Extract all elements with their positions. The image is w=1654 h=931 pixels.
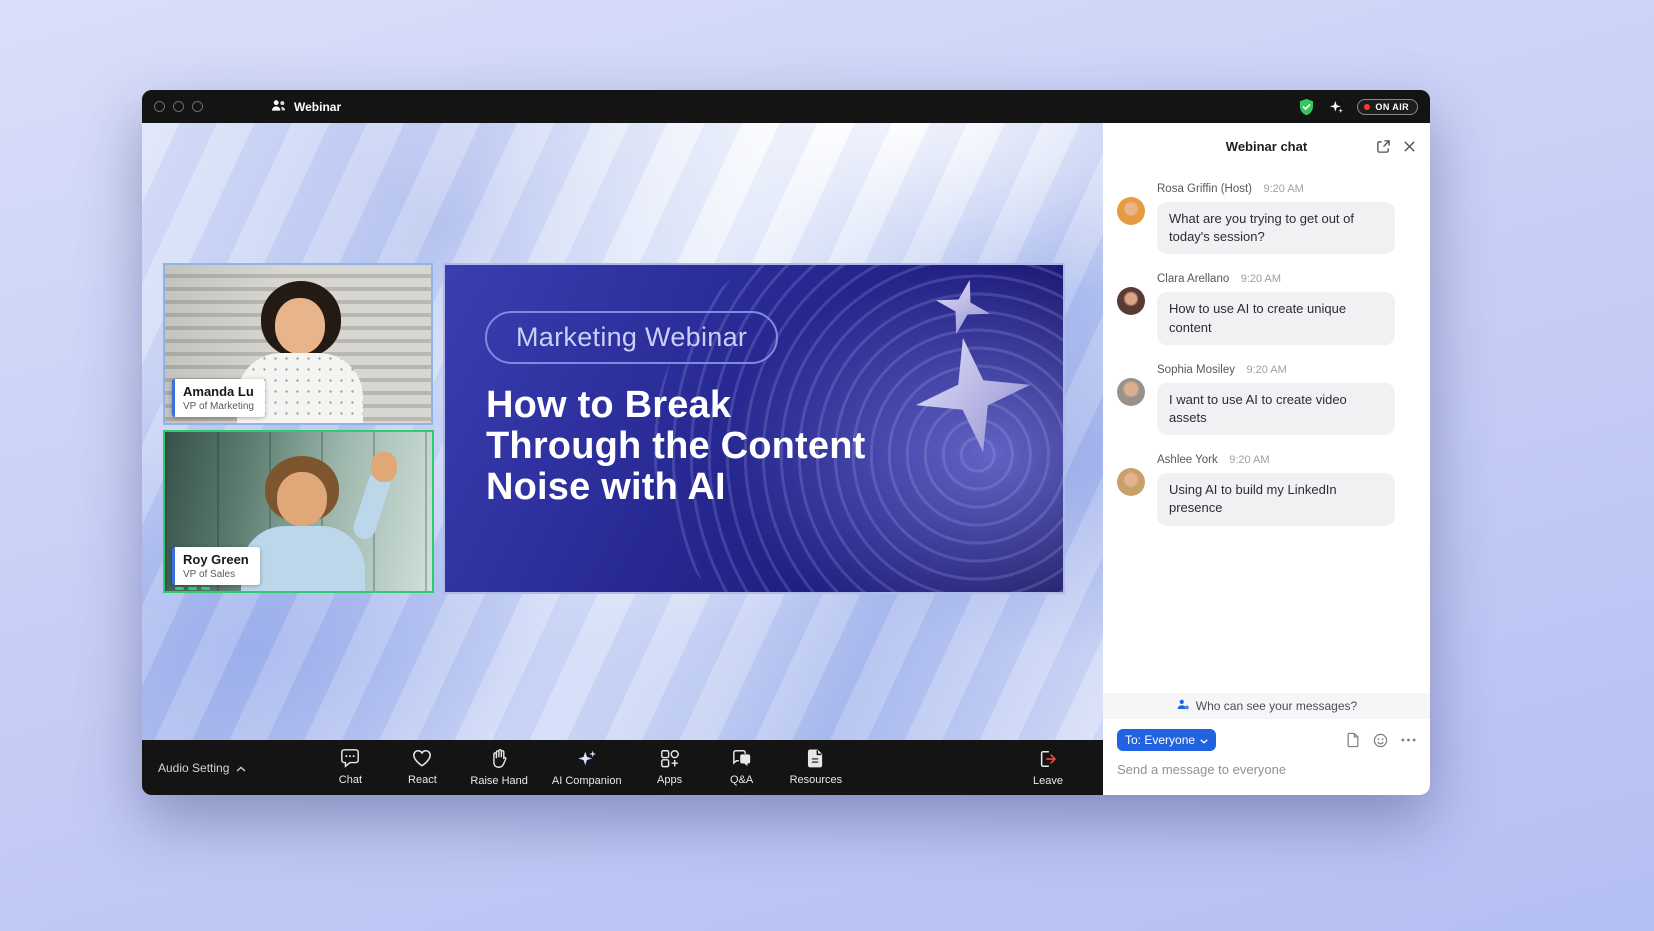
close-chat-icon[interactable]	[1403, 140, 1416, 153]
message-author: Ashlee York	[1157, 454, 1218, 466]
message-time: 9:20 AM	[1246, 364, 1286, 376]
speaker-name: Roy Green	[183, 552, 249, 568]
chevron-up-icon	[236, 761, 246, 775]
raised-hand-icon	[490, 748, 509, 772]
slide-heading: How to Break Through the Content Noise w…	[486, 385, 866, 508]
avatar	[1117, 378, 1145, 406]
chat-message-input[interactable]	[1103, 753, 1430, 795]
on-air-dot	[1364, 104, 1370, 110]
heart-icon	[411, 748, 433, 771]
webinar-stage: Amanda Lu VP of Marketing Roy Green VP o…	[142, 123, 1103, 740]
security-shield-icon[interactable]	[1298, 98, 1315, 116]
title-bar: Webinar ON AIR	[142, 90, 1430, 123]
recipient-selector[interactable]: To: Everyone	[1117, 729, 1216, 751]
raise-hand-button[interactable]: Raise Hand	[466, 748, 531, 787]
message-time: 9:20 AM	[1241, 273, 1281, 285]
name-tag-amanda: Amanda Lu VP of Marketing	[172, 379, 265, 417]
react-button-label: React	[408, 774, 437, 786]
minimize-window-button[interactable]	[173, 101, 184, 112]
speaker-title: VP of Marketing	[183, 401, 254, 412]
apps-button-label: Apps	[657, 774, 682, 786]
ai-companion-button[interactable]: AI Companion	[548, 748, 626, 787]
toolbar-buttons: Chat React Raise Hand	[322, 748, 846, 787]
popout-chat-icon[interactable]	[1376, 139, 1391, 154]
compose-toolbar: To: Everyone	[1103, 719, 1430, 753]
ai-companion-status-icon[interactable]	[1328, 99, 1344, 115]
privacy-person-icon	[1176, 698, 1190, 714]
attach-file-icon[interactable]	[1346, 732, 1360, 748]
resources-button-label: Resources	[790, 774, 843, 786]
more-options-icon[interactable]	[1401, 738, 1416, 742]
close-window-button[interactable]	[154, 101, 165, 112]
speaker-name: Amanda Lu	[183, 384, 254, 400]
qa-icon	[731, 748, 753, 771]
message-author: Clara Arellano	[1157, 273, 1229, 285]
webinar-window: Webinar ON AIR	[142, 90, 1430, 795]
maximize-window-button[interactable]	[192, 101, 203, 112]
chat-message: Sophia Mosiley 9:20 AM I want to use AI …	[1117, 360, 1416, 435]
chat-button-label: Chat	[339, 774, 362, 786]
avatar	[1117, 468, 1145, 496]
message-text: What are you trying to get out of today'…	[1157, 202, 1395, 254]
chat-message: Rosa Griffin (Host) 9:20 AM What are you…	[1117, 179, 1416, 254]
resources-button[interactable]: Resources	[786, 748, 847, 787]
audio-setting-label: Audio Setting	[158, 761, 229, 775]
recipient-label: To: Everyone	[1125, 733, 1195, 747]
video-tile-amanda[interactable]: Amanda Lu VP of Marketing	[163, 263, 433, 425]
emoji-icon[interactable]	[1373, 733, 1388, 748]
qa-button-label: Q&A	[730, 774, 753, 786]
apps-icon	[659, 748, 681, 771]
on-air-label: ON AIR	[1375, 102, 1409, 112]
react-button[interactable]: React	[394, 748, 450, 787]
privacy-note-label: Who can see your messages?	[1196, 699, 1357, 713]
ai-companion-button-label: AI Companion	[552, 775, 622, 787]
webinar-chat-panel: Webinar chat Rosa Griffin (Host) 9:20 AM	[1103, 123, 1430, 795]
name-tag-roy: Roy Green VP of Sales	[172, 547, 260, 585]
qa-button[interactable]: Q&A	[714, 748, 770, 787]
leave-button-label: Leave	[1033, 775, 1063, 787]
chat-button[interactable]: Chat	[322, 748, 378, 787]
message-privacy-note[interactable]: Who can see your messages?	[1103, 693, 1430, 719]
chat-message: Ashlee York 9:20 AM Using AI to build my…	[1117, 450, 1416, 525]
message-text: How to use AI to create unique content	[1157, 292, 1395, 344]
participants-icon	[271, 99, 287, 115]
speaker-title: VP of Sales	[183, 569, 249, 580]
audio-level-indicator	[175, 587, 210, 590]
message-text: I want to use AI to create video assets	[1157, 383, 1395, 435]
message-author: Sophia Mosiley	[1157, 364, 1235, 376]
message-time: 9:20 AM	[1229, 454, 1269, 466]
audio-setting-button[interactable]: Audio Setting	[158, 761, 246, 775]
resources-icon	[806, 748, 825, 771]
slide-badge: Marketing Webinar	[485, 311, 778, 364]
chat-header: Webinar chat	[1103, 123, 1430, 169]
message-time: 9:20 AM	[1263, 183, 1303, 195]
on-air-badge: ON AIR	[1357, 99, 1418, 115]
leave-button[interactable]: Leave	[1033, 749, 1063, 787]
chevron-down-icon	[1200, 733, 1208, 747]
avatar	[1117, 197, 1145, 225]
raise-hand-button-label: Raise Hand	[470, 775, 527, 787]
meeting-toolbar: Audio Setting Chat	[142, 740, 1103, 795]
message-author: Rosa Griffin (Host)	[1157, 183, 1252, 195]
video-tile-roy[interactable]: Roy Green VP of Sales	[163, 430, 434, 593]
chat-icon	[339, 748, 361, 771]
shared-slide: Marketing Webinar How to Break Through t…	[443, 263, 1065, 594]
chat-panel-title: Webinar chat	[1226, 139, 1307, 154]
chat-message-list[interactable]: Rosa Griffin (Host) 9:20 AM What are you…	[1103, 169, 1430, 693]
ai-sparkle-icon	[575, 748, 599, 772]
message-text: Using AI to build my LinkedIn presence	[1157, 473, 1395, 525]
apps-button[interactable]: Apps	[642, 748, 698, 787]
chat-message: Clara Arellano 9:20 AM How to use AI to …	[1117, 269, 1416, 344]
app-title: Webinar	[271, 99, 341, 115]
window-controls	[154, 101, 203, 112]
leave-door-icon	[1037, 749, 1059, 772]
window-title: Webinar	[294, 100, 341, 114]
avatar	[1117, 287, 1145, 315]
